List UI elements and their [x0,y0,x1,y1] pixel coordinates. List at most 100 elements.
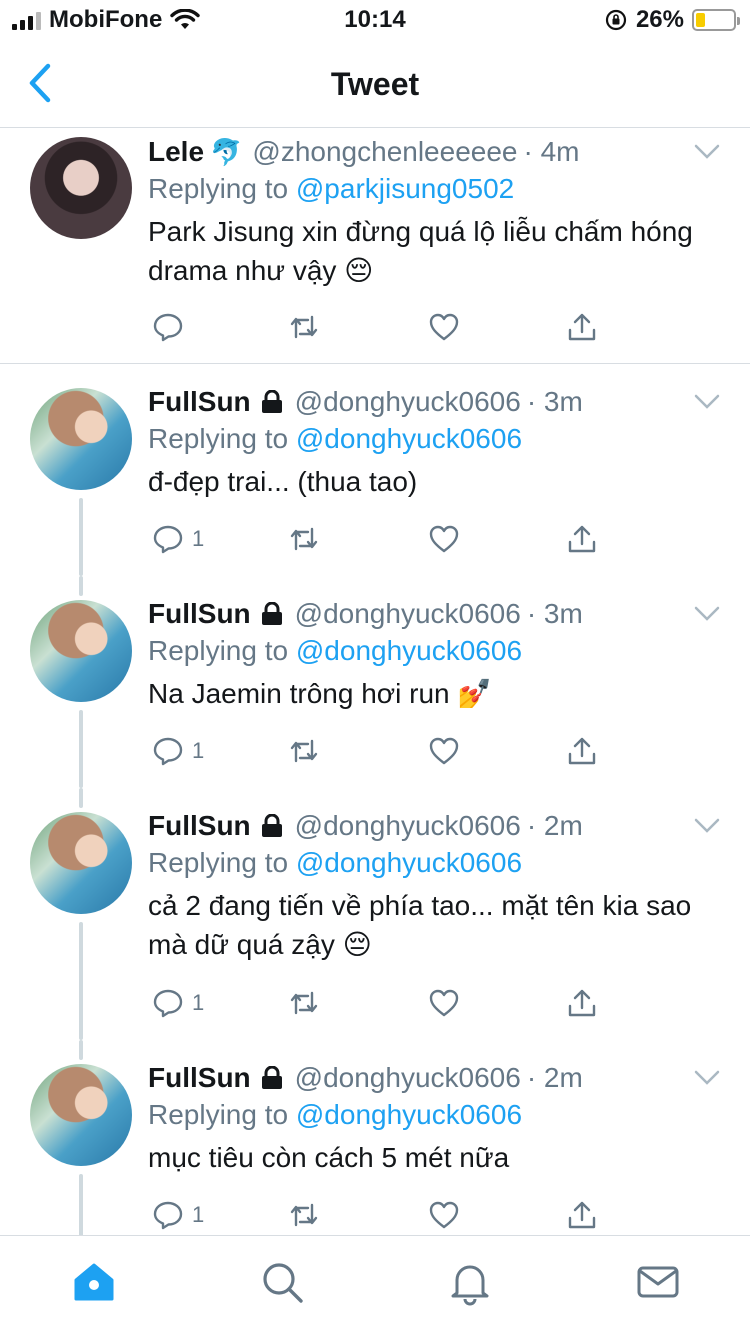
tweet-content: FullSun @donghyuck0606 · 3m Replying to … [148,386,730,501]
share-button[interactable] [566,523,598,555]
thread-connector [79,1174,83,1235]
tweet-header: FullSun @donghyuck0606 · 3m [148,598,730,630]
display-name[interactable]: FullSun [148,386,251,418]
reply-button[interactable] [152,311,192,343]
status-right: 26% [604,6,740,34]
replying-to: Replying to @donghyuck0606 [148,846,730,880]
retweet-icon [290,315,318,339]
home-icon[interactable] [70,1258,118,1306]
retweet-icon [290,527,318,551]
nav-bar: Tweet [0,40,750,128]
share-icon [568,1201,596,1229]
heart-icon [429,737,459,765]
retweet-icon [290,991,318,1015]
like-button[interactable] [428,735,460,767]
avatar[interactable] [30,1064,132,1166]
retweet-button[interactable] [288,735,320,767]
chevron-down-icon[interactable] [694,144,720,160]
replying-to-link[interactable]: @donghyuck0606 [296,847,522,878]
like-button[interactable] [428,1199,460,1231]
chevron-down-icon[interactable] [694,394,720,410]
like-button[interactable] [428,311,460,343]
display-name[interactable]: Lele [148,136,204,168]
avatar[interactable] [30,388,132,490]
dolphin-emoji: 🐬 [210,137,243,167]
tweet-item[interactable]: FullSun @donghyuck0606 · 3m Replying to … [0,576,750,788]
tweet-item[interactable]: FullSun @donghyuck0606 · 2m Replying to … [0,1040,750,1235]
avatar[interactable] [30,600,132,702]
replying-prefix: Replying to [148,847,296,878]
messages-icon[interactable] [634,1258,682,1306]
tweet-item[interactable]: FullSun @donghyuck0606 · 3m Replying to … [0,364,750,576]
reply-icon [153,525,183,554]
page-title: Tweet [330,66,420,102]
timestamp: · 3m [526,386,583,417]
display-name[interactable]: FullSun [148,1062,251,1094]
reply-button[interactable]: 1 [152,987,204,1019]
tweet-actions: 1 [152,735,612,771]
share-button[interactable] [566,987,598,1019]
chevron-down-icon[interactable] [694,818,720,834]
handle[interactable]: @donghyuck0606 [295,386,521,418]
thread-connector [79,788,83,808]
replying-to-link[interactable]: @donghyuck0606 [296,635,522,666]
replying-prefix: Replying to [148,423,296,454]
battery-percent: 26% [635,6,684,33]
heart-icon [429,1201,459,1229]
retweet-button[interactable] [288,1199,320,1231]
tweet-item[interactable]: FullSun @donghyuck0606 · 2m Replying to … [0,788,750,1040]
lock-icon [261,814,282,837]
reply-button[interactable]: 1 [152,735,204,767]
tweet-text: Park Jisung xin đừng quá lộ liễu chấm hó… [148,216,693,286]
chevron-down-icon[interactable] [694,1070,720,1086]
timestamp: · 3m [526,598,583,629]
handle[interactable]: @zhongchenleeeeee [252,136,517,168]
like-button[interactable] [428,987,460,1019]
battery-level [696,13,706,27]
avatar[interactable] [30,812,132,914]
thread-connector [79,498,83,576]
replying-to-link[interactable]: @donghyuck0606 [296,423,522,454]
tweet-text: đ-đẹp trai... (thua tao) [148,466,418,497]
share-icon [568,525,596,553]
tweet-content: FullSun @donghyuck0606 · 2m Replying to … [148,810,730,964]
tweet-actions [152,311,612,347]
tweet-content: FullSun @donghyuck0606 · 3m Replying to … [148,598,730,713]
retweet-button[interactable] [288,311,320,343]
share-button[interactable] [566,311,598,343]
replying-to-link[interactable]: @donghyuck0606 [296,1099,522,1130]
replying-prefix: Replying to [148,173,296,204]
like-button[interactable] [428,523,460,555]
handle[interactable]: @donghyuck0606 [295,810,521,842]
heart-icon [429,525,459,553]
heart-icon [429,989,459,1017]
tweet-header: FullSun @donghyuck0606 · 3m [148,386,730,418]
thread-connector [79,922,83,1040]
tweet-item[interactable]: Lele 🐬 @zhongchenleeeeee · 4m Replying t… [0,128,750,364]
tweet-text: cả 2 đang tiến về phía tao... mặt tên ki… [148,890,692,960]
search-icon[interactable] [258,1258,306,1306]
share-button[interactable] [566,1199,598,1231]
chevron-down-icon[interactable] [694,606,720,622]
timestamp: · 4m [523,136,580,167]
handle[interactable]: @donghyuck0606 [295,598,521,630]
timestamp: · 2m [526,810,583,841]
share-icon [568,989,596,1017]
reply-icon [153,1201,183,1230]
avatar[interactable] [30,137,132,239]
notifications-icon[interactable] [446,1258,494,1306]
retweet-button[interactable] [288,523,320,555]
tweet-thread[interactable]: Lele 🐬 @zhongchenleeeeee · 4m Replying t… [0,128,750,1235]
share-icon [568,313,596,341]
display-name[interactable]: FullSun [148,810,251,842]
handle[interactable]: @donghyuck0606 [295,1062,521,1094]
retweet-icon [290,739,318,763]
replying-to-link[interactable]: @parkjisung0502 [296,173,514,204]
reply-count: 1 [192,990,205,1015]
reply-button[interactable]: 1 [152,1199,204,1231]
retweet-button[interactable] [288,987,320,1019]
display-name[interactable]: FullSun [148,598,251,630]
reply-button[interactable]: 1 [152,523,204,555]
tweet-header: FullSun @donghyuck0606 · 2m [148,1062,730,1094]
share-button[interactable] [566,735,598,767]
